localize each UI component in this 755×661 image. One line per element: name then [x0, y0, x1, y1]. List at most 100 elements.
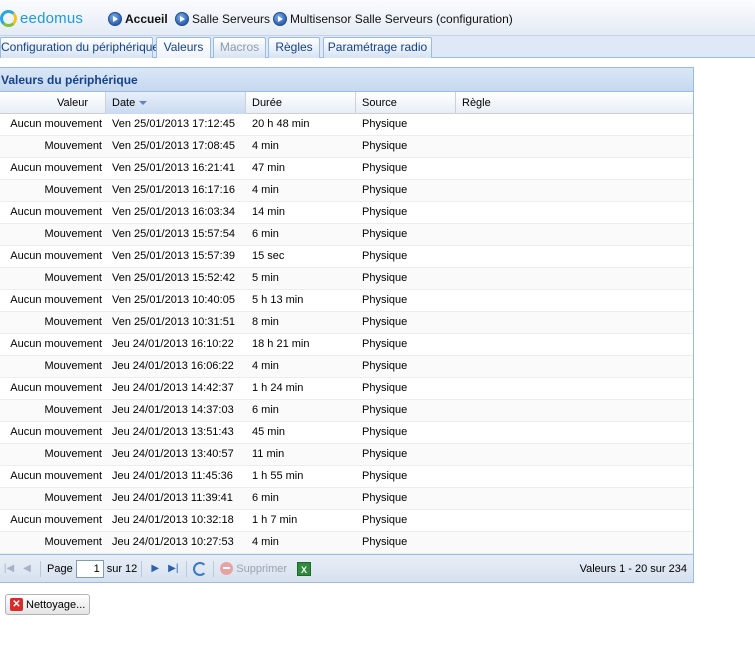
cell-valeur: Aucun mouvement: [10, 294, 102, 306]
delete-label: Supprimer: [236, 562, 288, 575]
cell-date: Jeu 24/01/2013 11:45:36: [112, 470, 233, 482]
page-number-input[interactable]: [75, 559, 104, 578]
cell-valeur: Mouvement: [44, 404, 102, 416]
cell-duree: 4 min: [252, 536, 279, 548]
toolbar-separator: [213, 560, 215, 577]
cell-duree: 5 h 13 min: [252, 294, 304, 306]
cell-source: Physique: [362, 338, 408, 350]
previous-page-icon[interactable]: ◀: [18, 560, 36, 578]
cell-source: Physique: [362, 184, 408, 196]
cell-regle: [456, 268, 693, 289]
page-total: sur 12: [106, 562, 138, 575]
table-row[interactable]: Mouvement Ven 25/01/2013 10:31:51 8 min Phy…: [0, 312, 693, 334]
tab-parametrage-radio[interactable]: Paramétrage radio: [323, 37, 432, 58]
cell-date: Ven 25/01/2013 15:57:54: [112, 228, 235, 240]
cell-valeur: Mouvement: [44, 536, 102, 548]
last-page-icon[interactable]: ▶|: [164, 560, 182, 578]
page-label: Page: [47, 562, 73, 575]
column-header-date[interactable]: Date: [106, 92, 246, 114]
tab-configuration[interactable]: Configuration du périphérique: [0, 37, 159, 58]
table-row[interactable]: Aucun mouvement Jeu 24/01/2013 11:45:36 1 …: [0, 466, 693, 488]
cell-date: Jeu 24/01/2013 16:06:22: [112, 360, 234, 372]
first-page-icon[interactable]: |◀: [0, 560, 18, 578]
cell-regle: [456, 532, 693, 553]
panel-title: Valeurs du périphérique: [0, 68, 693, 92]
refresh-button[interactable]: [191, 560, 209, 578]
table-row[interactable]: Aucun mouvement Ven 25/01/2013 17:12:45 20…: [0, 114, 693, 136]
table-row[interactable]: Mouvement Jeu 24/01/2013 11:39:41 6 min Phy…: [0, 488, 693, 510]
cell-source: Physique: [362, 448, 408, 460]
table-row[interactable]: Mouvement Jeu 24/01/2013 16:06:22 4 min Phy…: [0, 356, 693, 378]
cell-duree: 45 min: [252, 426, 286, 438]
cell-date: Jeu 24/01/2013 13:40:57: [112, 448, 234, 460]
column-header-duree[interactable]: Durée: [246, 92, 356, 114]
cell-source: Physique: [362, 162, 408, 174]
cell-source: Physique: [362, 316, 408, 328]
table-row[interactable]: Aucun mouvement Jeu 24/01/2013 13:51:43 45…: [0, 422, 693, 444]
cell-date: Ven 25/01/2013 15:52:42: [112, 272, 235, 284]
column-header-valeur[interactable]: Valeur: [0, 92, 106, 114]
cell-duree: 8 min: [252, 316, 279, 328]
cell-source: Physique: [362, 536, 408, 548]
cell-valeur: Aucun mouvement: [10, 426, 102, 438]
breadcrumb-home[interactable]: Accueil: [108, 10, 168, 27]
cell-source: Physique: [362, 140, 408, 152]
table-row[interactable]: Aucun mouvement Jeu 24/01/2013 10:32:18 1 …: [0, 510, 693, 532]
cell-date: Ven 25/01/2013 16:17:16: [112, 184, 235, 196]
cell-valeur: Mouvement: [44, 316, 102, 328]
sort-desc-icon: [139, 101, 148, 106]
table-row[interactable]: Aucun mouvement Ven 25/01/2013 16:03:34 14…: [0, 202, 693, 224]
cell-source: Physique: [362, 382, 408, 394]
cell-source: Physique: [362, 206, 408, 218]
cell-duree: 6 min: [252, 404, 279, 416]
table-row[interactable]: Mouvement Ven 25/01/2013 16:17:16 4 min Phy…: [0, 180, 693, 202]
cell-date: Jeu 24/01/2013 14:42:37: [112, 382, 234, 394]
cell-source: Physique: [362, 514, 408, 526]
cell-source: Physique: [362, 250, 408, 262]
cell-source: Physique: [362, 272, 408, 284]
table-row[interactable]: Mouvement Jeu 24/01/2013 10:27:53 4 min Phy…: [0, 532, 693, 554]
breadcrumb-device[interactable]: Multisensor Salle Serveurs (configuratio…: [273, 10, 513, 27]
cell-regle: [456, 466, 693, 487]
table-row[interactable]: Mouvement Ven 25/01/2013 15:52:42 5 min Phy…: [0, 268, 693, 290]
column-header-regle[interactable]: Règle: [456, 92, 693, 114]
cell-date: Jeu 24/01/2013 10:32:18: [112, 514, 234, 526]
cleanup-button[interactable]: ✕ Nettoyage...: [5, 594, 91, 615]
table-row[interactable]: Aucun mouvement Ven 25/01/2013 10:40:05 5 …: [0, 290, 693, 312]
excel-export-icon[interactable]: X: [297, 561, 312, 576]
tab-regles[interactable]: Règles: [268, 37, 320, 58]
eedomus-logo[interactable]: eedomus: [0, 8, 83, 28]
tab-valeurs[interactable]: Valeurs: [156, 37, 211, 58]
cell-regle: [456, 356, 693, 377]
column-header-source[interactable]: Source: [356, 92, 456, 114]
table-row[interactable]: Aucun mouvement Jeu 24/01/2013 16:10:22 18…: [0, 334, 693, 356]
cell-date: Ven 25/01/2013 10:40:05: [112, 294, 235, 306]
cell-regle: [456, 180, 693, 201]
cell-valeur: Mouvement: [44, 492, 102, 504]
cell-date: Ven 25/01/2013 15:57:39: [112, 250, 235, 262]
cell-source: Physique: [362, 118, 408, 130]
cell-regle: [456, 334, 693, 355]
cell-date: Ven 25/01/2013 10:31:51: [112, 316, 235, 328]
table-row[interactable]: Aucun mouvement Ven 25/01/2013 15:57:39 15…: [0, 246, 693, 268]
table-row[interactable]: Mouvement Jeu 24/01/2013 13:40:57 11 min Ph…: [0, 444, 693, 466]
cell-regle: [456, 246, 693, 267]
table-row[interactable]: Mouvement Jeu 24/01/2013 14:37:03 6 min Phy…: [0, 400, 693, 422]
cell-valeur: Aucun mouvement: [10, 470, 102, 482]
table-row[interactable]: Mouvement Ven 25/01/2013 17:08:45 4 min Phy…: [0, 136, 693, 158]
cell-valeur: Aucun mouvement: [10, 250, 102, 262]
table-row[interactable]: Aucun mouvement Jeu 24/01/2013 14:42:37 1 …: [0, 378, 693, 400]
cell-regle: [456, 488, 693, 509]
table-row[interactable]: Mouvement Ven 25/01/2013 15:57:54 6 min Phy…: [0, 224, 693, 246]
table-row[interactable]: Aucun mouvement Ven 25/01/2013 16:21:41 47…: [0, 158, 693, 180]
cell-duree: 1 h 7 min: [252, 514, 298, 526]
next-page-icon[interactable]: ▶: [146, 560, 164, 578]
delete-button: Supprimer: [220, 562, 287, 575]
cell-valeur: Mouvement: [44, 228, 102, 240]
cell-duree: 15 sec: [252, 250, 285, 262]
cell-duree: 1 h 24 min: [252, 382, 304, 394]
cell-valeur: Mouvement: [44, 272, 102, 284]
cell-regle: [456, 158, 693, 179]
breadcrumb-room[interactable]: Salle Serveurs: [175, 10, 270, 27]
cleanup-label: Nettoyage...: [26, 598, 86, 611]
